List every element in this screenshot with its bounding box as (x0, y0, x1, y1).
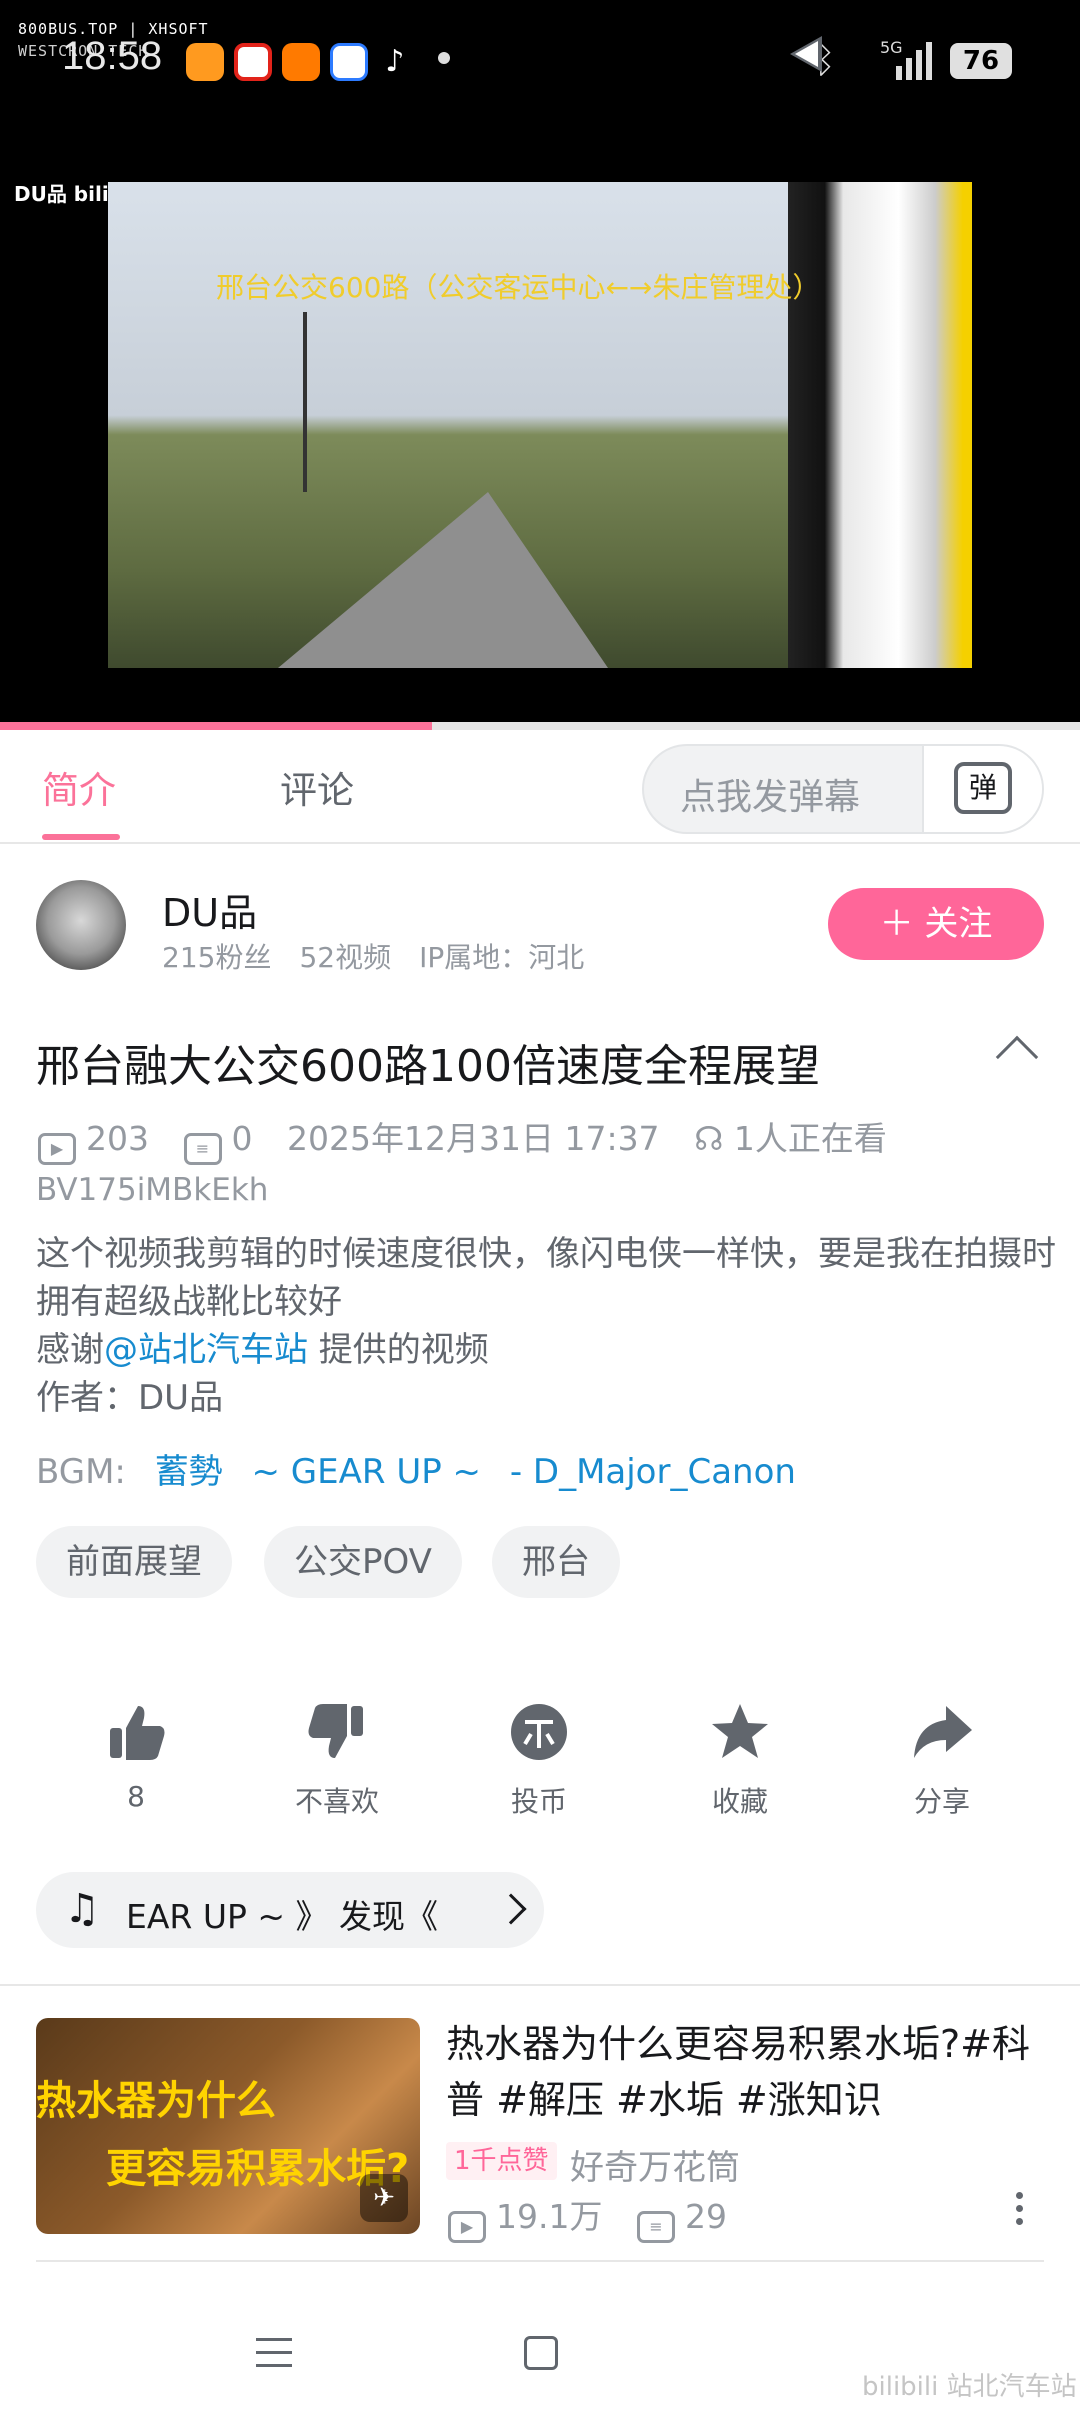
notification-app-icon (282, 43, 320, 81)
coin-label: 投币 (510, 1785, 567, 1818)
status-clock: 18:58 (62, 34, 163, 78)
tag-chip[interactable]: 公交POV (264, 1526, 462, 1598)
related-video-stats: ▶ 19.1万 ≡ 29 (448, 2190, 727, 2243)
signal-icon (896, 42, 934, 80)
video-progress-fill (0, 722, 432, 730)
chevron-right-icon (495, 1893, 527, 1925)
cloud-app-icon (330, 43, 368, 81)
like-button[interactable]: 8 (66, 1700, 206, 1813)
danmaku-count-icon: ≡ (636, 2211, 675, 2243)
share-arrow-icon (914, 1706, 972, 1758)
star-icon (712, 1704, 768, 1758)
danmaku-toggle-button[interactable]: 弹 (922, 746, 1042, 832)
tab-comments[interactable]: 评论 (280, 760, 354, 814)
author-ip-location: IP属地：河北 (419, 941, 585, 974)
bus-pillar-shape (788, 182, 972, 668)
share-button[interactable]: 分享 (872, 1700, 1012, 1820)
divider (36, 2260, 1044, 2262)
play-count: 203 (86, 1119, 149, 1158)
video-meta-row: ▶ 203 ≡ 0 2025年12月31日 17:37 ☊ 1人正在看 (38, 1112, 887, 1165)
likes-badge: 1千点赞 (446, 2142, 557, 2180)
desc-thanks-suffix: 提供的视频 (308, 1330, 489, 1370)
play-count-icon: ▶ (448, 2211, 486, 2243)
desc-line-1: 这个视频我剪辑的时候速度很快，像闪电侠一样快，要是我在拍摄时拥有超级战靴比较好 (36, 1234, 1056, 1322)
notification-app-icon (186, 43, 224, 81)
danmaku-icon: 弹 (954, 762, 1012, 814)
divider (0, 1984, 1080, 1986)
bgm-track-link[interactable]: 蓄勢 (155, 1452, 223, 1492)
dislike-button[interactable]: 不喜欢 (267, 1700, 407, 1820)
related-danmaku-count: 29 (684, 2197, 727, 2236)
battery-icon: 76 (950, 43, 1012, 79)
bgm-track-link[interactable]: - D_Major_Canon (510, 1452, 796, 1492)
more-notifications-dot-icon (438, 52, 450, 64)
danmaku-input[interactable]: 点我发弹幕 弹 (642, 744, 1044, 834)
more-options-icon[interactable] (1016, 2192, 1024, 2231)
danmaku-count: 0 (231, 1119, 253, 1158)
author-fans: 215粉丝 (162, 941, 272, 974)
like-count: 8 (127, 1780, 145, 1813)
bgm-label: BGM: (36, 1452, 126, 1492)
related-video-title[interactable]: 热水器为什么更容易积累水垢?#科普 #解压 #水垢 #涨知识 (446, 2016, 1046, 2128)
collapse-chevron-icon[interactable] (995, 1035, 1039, 1079)
desc-thanks-prefix: 感谢 (36, 1330, 104, 1370)
mention-link[interactable]: @站北汽车站 (104, 1330, 308, 1370)
dislike-label: 不喜欢 (294, 1785, 379, 1818)
desc-author: 作者：DU品 (36, 1378, 224, 1418)
thumbnail-text: 热水器为什么 (36, 2078, 276, 2124)
author-stats: 215粉丝 52视频 IP属地：河北 (162, 936, 612, 976)
bvid[interactable]: BV175iMBkEkh (36, 1172, 268, 1208)
author-name[interactable]: DU品 (162, 882, 257, 937)
related-uploader[interactable]: 好奇万花筒 (570, 2140, 740, 2189)
music-note-icon: ♫ (64, 1886, 100, 1932)
thumbs-up-icon (110, 1706, 165, 1760)
road-shape (278, 492, 608, 668)
weibo-icon (234, 43, 272, 81)
watching-count: 1人正在看 (733, 1119, 887, 1158)
bgm-track-link[interactable]: ~ GEAR UP ~ (252, 1452, 482, 1492)
publish-date: 2025年12月31日 17:37 (287, 1119, 660, 1158)
utility-pole-shape (303, 312, 307, 492)
video-burned-caption: 邢台公交600路（公交客运中心←→朱庄管理处） (216, 271, 821, 304)
follow-button[interactable]: ＋ 关注 (828, 888, 1044, 960)
danmaku-placeholder: 点我发弹幕 (680, 777, 861, 818)
danmaku-count-icon: ≡ (183, 1133, 222, 1165)
favorite-button[interactable]: 收藏 (670, 1700, 810, 1820)
tab-intro[interactable]: 简介 (42, 760, 116, 814)
coin-icon (511, 1704, 567, 1760)
tag-chip[interactable]: 邢台 (492, 1526, 620, 1598)
tag-chip[interactable]: 前面展望 (36, 1526, 232, 1598)
watching-icon: ☊ (694, 1119, 734, 1158)
related-play-count: 19.1万 (496, 2197, 603, 2236)
rocket-badge-icon: ✈ (360, 2174, 408, 2222)
bgm-discover-pill[interactable]: ♫ EAR UP ~ 》 发现《 (36, 1872, 544, 1948)
detail-tab-bar: 简介 评论 点我发弹幕 弹 (0, 730, 1080, 844)
home-icon[interactable] (524, 2336, 558, 2370)
thumbs-down-icon (308, 1704, 363, 1758)
related-video-thumbnail[interactable]: 热水器为什么 更容易积累水垢? ✈ (36, 2018, 420, 2234)
bgm-row: BGM: 蓄勢 ~ GEAR UP ~ - D_Major_Canon (36, 1444, 796, 1493)
video-frame[interactable] (108, 182, 972, 668)
author-video-count: 52视频 (299, 941, 392, 974)
recent-apps-icon[interactable] (256, 2338, 292, 2370)
tab-active-indicator (42, 834, 120, 840)
video-player-area[interactable]: 800BUS.TOP | XHSOFT WESTCRON TECH 18:58 … (0, 0, 1080, 730)
coin-button[interactable]: 投币 (469, 1700, 609, 1820)
play-count-icon: ▶ (38, 1133, 76, 1165)
share-label: 分享 (913, 1785, 970, 1818)
bottom-watermark: bilibili 站北汽车站 (862, 2372, 1077, 2402)
video-title: 邢台融大公交600路100倍速度全程展望 (36, 1041, 820, 1092)
favorite-label: 收藏 (711, 1785, 768, 1818)
back-icon-inner (795, 41, 818, 67)
tiktok-icon: ♪ (378, 43, 412, 81)
avatar[interactable] (36, 880, 126, 970)
desc-thanks: 感谢@站北汽车站 提供的视频 (36, 1326, 1056, 1374)
bgm-discover-text: EAR UP ~ 》 发现《 (126, 1897, 439, 1936)
video-description: 这个视频我剪辑的时候速度很快，像闪电侠一样快，要是我在拍摄时拥有超级战靴比较好 … (36, 1230, 1056, 1422)
